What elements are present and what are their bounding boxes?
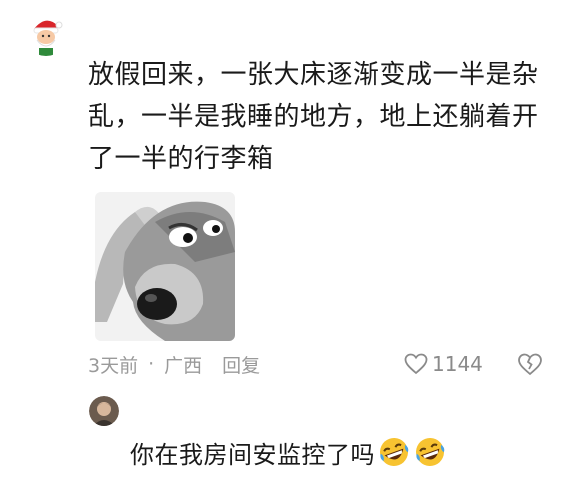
reply-text: 你在我房间安监控了吗	[130, 440, 375, 469]
santa-avatar-icon[interactable]	[24, 12, 68, 56]
comment-time: 3天前	[88, 354, 139, 377]
comment-location: 广西	[164, 354, 203, 377]
reply-button[interactable]: 回复	[222, 351, 260, 378]
like-count: 1144	[432, 352, 483, 376]
reply-comment: 你在我房间安监控了吗	[130, 434, 447, 470]
comment-text: 放假回来，一张大床逐渐变成一半是杂乱，一半是我睡的地方，地上还躺着开了一半的行李…	[88, 60, 539, 174]
rofl-emoji-icon	[380, 438, 409, 466]
user-avatar-icon[interactable]	[89, 396, 119, 426]
wolf-sticker-image[interactable]	[95, 192, 235, 341]
meta-separator: ·	[148, 353, 155, 375]
rofl-emoji-icon	[416, 438, 445, 466]
comment-meta: 3天前 · 广西 回复	[88, 348, 260, 380]
broken-heart-icon	[518, 353, 542, 376]
heart-icon	[404, 353, 428, 375]
dislike-button[interactable]	[516, 350, 544, 378]
like-button[interactable]: 1144	[404, 348, 483, 380]
